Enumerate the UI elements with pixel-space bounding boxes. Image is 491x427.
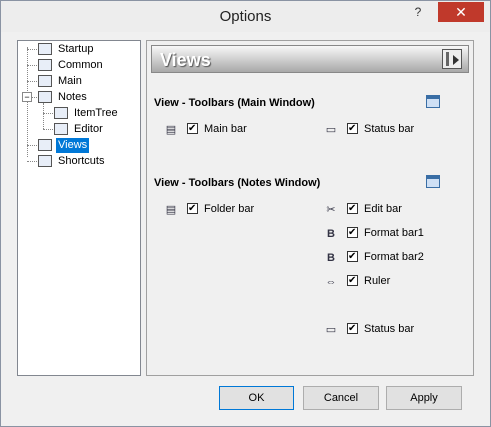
item-tree-icon: [54, 107, 68, 119]
notes-window-toolbars-heading: View - Toolbars (Notes Window): [154, 177, 321, 189]
main-bar-icon: ▤: [165, 124, 177, 136]
format-bar1-checkbox[interactable]: [347, 225, 358, 240]
tree-item-label: Shortcuts: [58, 155, 105, 167]
ruler-icon: ⇔: [325, 276, 337, 288]
tree-line: [43, 103, 44, 129]
tree-line: [27, 81, 37, 82]
tree-line: [32, 97, 37, 98]
notes-icon: [38, 91, 52, 103]
notes-status-bar-checkbox[interactable]: [347, 321, 358, 336]
main-bar-checkbox[interactable]: [187, 121, 198, 136]
close-button[interactable]: ✕: [438, 2, 484, 22]
tree-item-label: Common: [58, 59, 103, 71]
tree-line: [27, 47, 28, 157]
option-label: Main bar: [204, 123, 247, 135]
tree-line: [27, 65, 37, 66]
folder-bar-icon: ▤: [165, 204, 177, 216]
tree-item-label: Startup: [58, 43, 94, 55]
apply-button[interactable]: Apply: [386, 386, 462, 410]
main-window-icon: [38, 75, 52, 87]
views-icon: [38, 139, 52, 151]
tree-line: [27, 145, 37, 146]
tree-line: [43, 129, 53, 130]
status-bar-icon: ▭: [325, 324, 337, 336]
page-title: Views: [160, 50, 211, 70]
window-icon: [426, 95, 440, 108]
option-label: Status bar: [364, 123, 415, 135]
startup-icon: [38, 43, 52, 55]
editor-icon: [54, 123, 68, 135]
option-label: Format bar2: [364, 251, 424, 263]
shortcuts-icon: [38, 155, 52, 167]
option-label: Status bar: [364, 323, 415, 335]
ok-button[interactable]: OK: [219, 386, 294, 410]
option-label: Edit bar: [364, 203, 402, 215]
common-icon: [38, 59, 52, 71]
views-page-icon: [442, 49, 462, 69]
options-window: Options ? ✕ − Startup Common Main Notes …: [0, 0, 491, 427]
bold-icon: B: [327, 252, 335, 264]
cut-icon: ✂: [326, 204, 336, 216]
cancel-button[interactable]: Cancel: [303, 386, 379, 410]
main-status-bar-checkbox[interactable]: [347, 121, 358, 136]
folder-bar-checkbox[interactable]: [187, 201, 198, 216]
help-button[interactable]: ?: [405, 2, 431, 22]
tree-line: [27, 49, 37, 50]
main-window-toolbars-heading: View - Toolbars (Main Window): [154, 97, 315, 109]
tree-item-label: Notes: [58, 91, 87, 103]
options-tree[interactable]: − Startup Common Main Notes ItemTree Edi…: [17, 40, 141, 376]
window-icon: [426, 175, 440, 188]
status-bar-icon: ▭: [325, 124, 337, 136]
bold-icon: B: [327, 228, 335, 240]
edit-bar-checkbox[interactable]: [347, 201, 358, 216]
tree-line: [43, 113, 53, 114]
collapse-notes-toggle[interactable]: −: [22, 92, 32, 102]
option-label: Format bar1: [364, 227, 424, 239]
tree-item-label: ItemTree: [74, 107, 118, 119]
tree-line: [27, 161, 37, 162]
ruler-checkbox[interactable]: [347, 273, 358, 288]
page-header-banner: Views: [151, 45, 469, 73]
title-bar: Options ? ✕: [1, 1, 490, 32]
views-panel: Views View - Toolbars (Main Window) ▤ Ma…: [146, 40, 474, 376]
tree-item-label: Views: [56, 138, 90, 153]
option-label: Ruler: [364, 275, 391, 287]
format-bar2-checkbox[interactable]: [347, 249, 358, 264]
tree-item-label: Main: [58, 75, 82, 87]
tree-item-label: Editor: [74, 123, 103, 135]
dialog-body: − Startup Common Main Notes ItemTree Edi…: [9, 32, 482, 420]
option-label: Folder bar: [204, 203, 255, 215]
